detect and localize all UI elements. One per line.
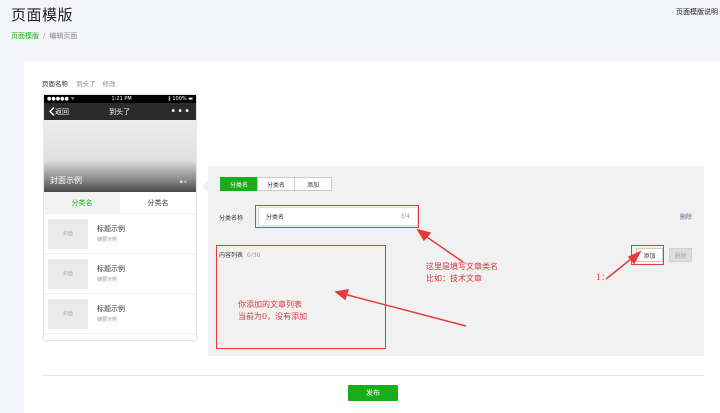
content-list-annotation: 你添加的文章列表 当前为0，没有添加 [238,300,308,321]
annotation-arrows [334,228,642,327]
add-button-annotation: 1： [596,273,610,282]
arrow-to-content-list [339,292,467,327]
publish-button[interactable]: 发布 [348,385,398,401]
footer-divider [42,375,704,376]
category-annotation: 这里是填写文章类名 比如：技术文章 [426,262,498,283]
arrow-to-category-input [420,232,464,263]
